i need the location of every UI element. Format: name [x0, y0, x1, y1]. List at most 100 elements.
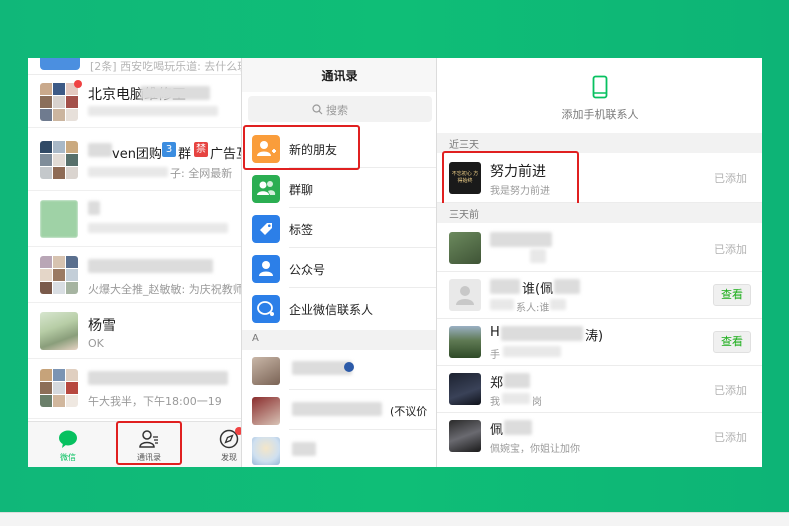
chat-name: 杨雪: [88, 318, 116, 334]
chat-preview: 子: 全网最新: [170, 167, 233, 180]
pixelated-area: [504, 420, 532, 435]
pixelated-area: [88, 167, 168, 177]
pixelated-area: [490, 299, 514, 310]
contact-row[interactable]: [242, 430, 436, 467]
chat-row[interactable]: ven团购 3 群 禁 广告互 子: 全网最新: [28, 129, 241, 191]
friend-note: 手: [490, 350, 500, 361]
highlight-box-contacts-tab: [116, 421, 182, 465]
pixelated-area: [88, 223, 228, 233]
chat-preview: [2条] 西安吃喝玩乐道: 去什么玩: [90, 60, 241, 73]
official-account-icon: [252, 255, 280, 283]
search-icon: [312, 104, 323, 115]
friend-request-row[interactable]: 郑 我 岗 已添加: [437, 366, 762, 413]
friend-name: H: [490, 325, 500, 340]
friend-name-part: 涛): [585, 329, 604, 344]
pixelated-area: [530, 249, 546, 263]
chat-preview: 火爆大全推_赵敏敏: 为庆祝教师: [88, 283, 241, 296]
friend-name: 郑: [490, 376, 504, 391]
pixelated-area: [140, 86, 210, 100]
pixelated-area: [88, 259, 213, 273]
photo-avatar: [449, 326, 481, 358]
phone-icon: [592, 75, 608, 99]
tab-chats[interactable]: 微信: [43, 426, 93, 466]
new-friends-panel: 添加手机联系人 近三天 不忘初心 方得始终 努力前进 我是努力前进 已添加 三天…: [436, 58, 762, 467]
add-phone-label: 添加手机联系人: [561, 108, 639, 121]
section-title: 三天前: [449, 210, 479, 221]
number-badge: 3: [162, 142, 176, 157]
chat-row[interactable]: [28, 191, 241, 247]
verified-icon: [344, 362, 354, 372]
pixelated-area: [501, 326, 583, 341]
tab-label: 发现: [221, 453, 237, 462]
section-title: 近三天: [449, 140, 479, 151]
chat-row[interactable]: 午大我半，下午18:00一19: [28, 359, 241, 419]
partial-avatar: [40, 58, 80, 70]
photo-avatar: [252, 357, 280, 385]
contact-item-work-wechat[interactable]: 企业微信联系人: [242, 288, 436, 328]
tab-label: 微信: [60, 453, 76, 462]
chat-row-partial[interactable]: [2条] 西安吃喝玩乐道: 去什么玩: [28, 58, 241, 75]
contact-item-label: 标签: [289, 223, 314, 237]
friend-name: 佩: [490, 423, 504, 438]
friend-note: 我: [490, 397, 500, 408]
chat-row[interactable]: 北京电脑维修王: [28, 76, 241, 128]
group-mosaic-icon: [40, 369, 78, 407]
contact-row[interactable]: (不议价: [242, 390, 436, 430]
chat-name-part: 群: [178, 147, 192, 162]
view-button[interactable]: 查看: [713, 284, 751, 306]
chat-name-part: 广告互: [210, 147, 241, 162]
search-input[interactable]: 搜索: [248, 96, 432, 122]
group-chat-icon: [252, 175, 280, 203]
pixelated-area: [502, 393, 530, 404]
photo-avatar: [449, 232, 481, 264]
status-added: 已添加: [714, 384, 747, 397]
search-placeholder: 搜索: [326, 104, 348, 117]
pixelated-area: [88, 201, 100, 215]
tag-icon: [252, 215, 280, 243]
friend-request-row[interactable]: 谁(佩 系人:谁 查看: [437, 272, 762, 319]
contact-item-label: 企业微信联系人: [289, 303, 374, 317]
contact-row[interactable]: [242, 350, 436, 390]
pixelated-area: [503, 346, 561, 357]
contact-item-tags[interactable]: 标签: [242, 208, 436, 248]
pixelated-area: [88, 371, 228, 385]
photo-avatar: [252, 397, 280, 425]
friend-note: 系人:谁: [516, 303, 550, 314]
photo-avatar: [449, 373, 481, 405]
chat-bubble-icon: [59, 430, 77, 448]
friend-note-part: 岗: [532, 397, 542, 408]
highlight-box-friend: [442, 151, 579, 206]
chat-row[interactable]: 杨雪 OK: [28, 303, 241, 359]
pixelated-area: [504, 373, 530, 388]
group-mosaic-icon: [40, 141, 78, 179]
friend-request-row[interactable]: H 涛) 手 查看: [437, 319, 762, 366]
pixelated-area: [490, 232, 552, 247]
highlight-box-new-friends: [243, 125, 360, 170]
friend-request-row[interactable]: 已添加: [437, 225, 762, 272]
friend-request-row[interactable]: 佩 佩婉宝，你姐让加你 已添加: [437, 413, 762, 460]
section-header-a: A: [242, 330, 436, 350]
page-title: 通讯录: [321, 69, 358, 83]
contacts-panel: 通讯录 搜索 新的朋友 群聊 标签 公众号 企业微信联系人 A (不议价: [241, 58, 436, 467]
pixelated-area: [292, 361, 352, 375]
pixelated-area: [88, 106, 218, 116]
chat-list-panel: [2条] 西安吃喝玩乐道: 去什么玩 北京电脑维修王 ven团购 3 群 禁 广…: [28, 58, 241, 467]
green-group-icon: [40, 200, 78, 238]
contact-item-group-chats[interactable]: 群聊: [242, 168, 436, 208]
cartoon-avatar: [252, 437, 280, 465]
section-header-recent: 近三天: [437, 133, 762, 153]
contact-item-official-accounts[interactable]: 公众号: [242, 248, 436, 288]
group-mosaic-icon: [40, 256, 78, 294]
pixelated-area: [554, 279, 580, 294]
chat-preview: OK: [88, 337, 104, 350]
group-mosaic-icon: [40, 83, 78, 121]
chat-row[interactable]: 火爆大全推_赵敏敏: 为庆祝教师: [28, 247, 241, 303]
screenshot-composite: [2条] 西安吃喝玩乐道: 去什么玩 北京电脑维修王 ven团购 3 群 禁 广…: [28, 58, 762, 467]
photo-avatar: [449, 420, 481, 452]
pixelated-area: [292, 402, 382, 416]
pixelated-area: [292, 442, 316, 456]
add-phone-contacts[interactable]: 添加手机联系人: [437, 58, 762, 128]
status-added: 已添加: [714, 243, 747, 256]
status-added: 已添加: [714, 431, 747, 444]
view-button[interactable]: 查看: [713, 331, 751, 353]
